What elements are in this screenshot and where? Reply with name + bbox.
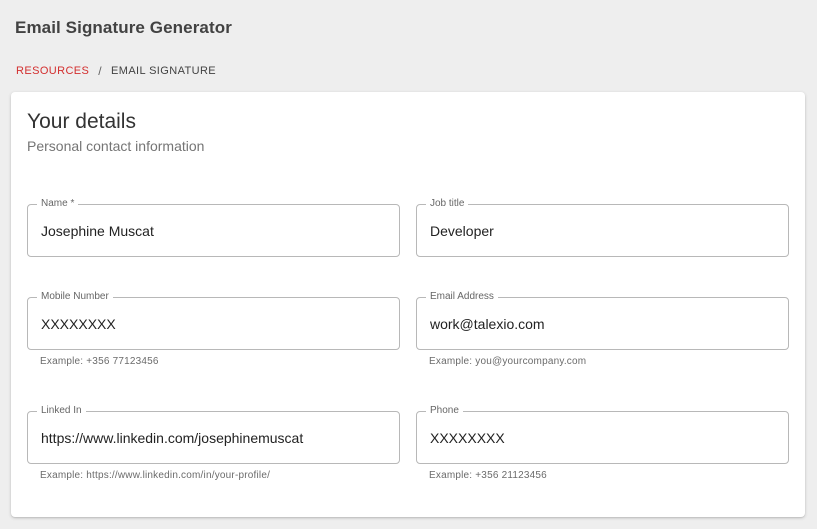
mobile-field-hint: Example: +356 77123456 <box>40 356 159 367</box>
job-title-field-group: Job title <box>416 198 789 257</box>
job-title-field-box: Job title <box>416 198 789 257</box>
email-field-box: Email Address <box>416 291 789 350</box>
breadcrumb-current: EMAIL SIGNATURE <box>111 65 217 77</box>
breadcrumb: RESOURCES / EMAIL SIGNATURE <box>16 64 216 78</box>
linkedin-field[interactable] <box>41 412 386 463</box>
linkedin-field-hint: Example: https://www.linkedin.com/in/you… <box>40 470 271 481</box>
phone-field-group: Phone Example: +356 21123456 <box>416 405 789 481</box>
linkedin-field-group: Linked In Example: https://www.linkedin.… <box>27 405 400 481</box>
page-title: Email Signature Generator <box>15 18 232 37</box>
card-subtitle: Personal contact information <box>27 138 205 154</box>
job-title-field[interactable] <box>430 205 775 256</box>
mobile-field[interactable] <box>41 298 386 349</box>
name-field[interactable] <box>41 205 386 256</box>
name-field-group: Name * <box>27 198 400 257</box>
email-field-hint: Example: you@yourcompany.com <box>429 356 587 367</box>
email-field-group: Email Address Example: you@yourcompany.c… <box>416 291 789 367</box>
email-field[interactable] <box>430 298 775 349</box>
breadcrumb-resources-link[interactable]: RESOURCES <box>16 65 89 77</box>
breadcrumb-separator: / <box>98 64 103 78</box>
details-card: Your details Personal contact informatio… <box>11 92 805 517</box>
phone-field-box: Phone <box>416 405 789 464</box>
name-field-box: Name * <box>27 198 400 257</box>
mobile-field-box: Mobile Number <box>27 291 400 350</box>
linkedin-field-box: Linked In <box>27 405 400 464</box>
card-title: Your details <box>27 110 136 133</box>
phone-field-hint: Example: +356 21123456 <box>429 470 547 481</box>
mobile-field-group: Mobile Number Example: +356 77123456 <box>27 291 400 367</box>
phone-field[interactable] <box>430 412 775 463</box>
